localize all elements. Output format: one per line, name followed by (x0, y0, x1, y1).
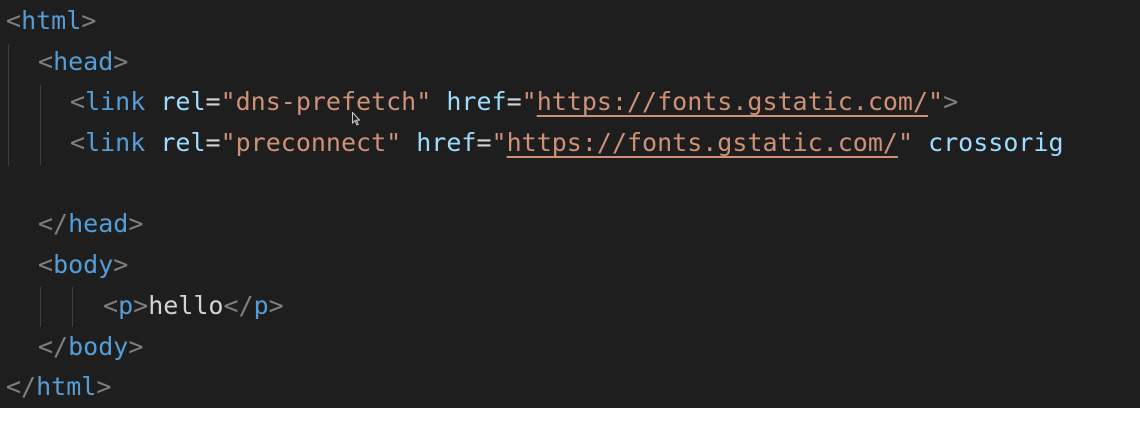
token-bracket: < (70, 87, 86, 116)
token-bracket: </ (38, 332, 69, 361)
code-line-10: </html> (6, 367, 111, 407)
token-bracket: > (96, 372, 112, 401)
token-tag: html (21, 6, 82, 35)
token-tag: p (118, 291, 134, 320)
token-tag: head (53, 47, 114, 76)
arrow-cursor-icon (352, 112, 360, 126)
code-line-3: <link rel="dns-prefetch" href="https://f… (70, 82, 958, 122)
token-bracket: > (81, 6, 97, 35)
token-str: " (928, 87, 944, 116)
code-line-1: <html> (6, 1, 96, 41)
token-attr: rel (160, 128, 206, 157)
token-attr: crossorig (928, 128, 1064, 157)
code-line-7: <body> (38, 245, 128, 285)
token-url: https://fonts.gstatic.com/ (506, 128, 898, 157)
token-tag: head (68, 209, 129, 238)
token-attr: rel (160, 87, 206, 116)
code-editor[interactable]: <html> <head> <link rel="dns-prefetch" h… (0, 0, 1140, 408)
token-bracket: > (113, 47, 129, 76)
token-str: "dns-prefetch" (220, 87, 432, 116)
token-bracket: > (268, 291, 284, 320)
token-bracket: < (6, 6, 22, 35)
token-str: " (897, 128, 913, 157)
token-bracket: > (943, 87, 959, 116)
code-line-9: </body> (38, 327, 143, 367)
code-line-6: </head> (38, 204, 143, 244)
code-area[interactable]: <html> <head> <link rel="dns-prefetch" h… (0, 0, 1064, 401)
token-bracket: > (113, 250, 129, 279)
token-tag: link (85, 87, 146, 116)
token-bracket: </ (6, 372, 37, 401)
code-line-8: <p>hello</p> (103, 286, 284, 326)
token-tag: p (253, 291, 269, 320)
code-line-4: <link rel="preconnect" href="https://fon… (70, 123, 1064, 163)
token-eq: = (205, 128, 221, 157)
token-bracket: < (70, 128, 86, 157)
token-text: hello (148, 291, 224, 320)
code-line-2: <head> (38, 42, 128, 82)
token-bracket: </ (38, 209, 69, 238)
token-bracket: < (38, 250, 54, 279)
indent-guide (72, 287, 73, 327)
token-bracket: > (133, 291, 149, 320)
token-str: " (491, 128, 507, 157)
token-attr: href (416, 128, 477, 157)
token-str: " (521, 87, 537, 116)
token-bracket: < (38, 47, 54, 76)
token-attr: href (446, 87, 507, 116)
token-bracket: < (103, 291, 119, 320)
token-eq: = (476, 128, 492, 157)
token-eq: = (506, 87, 522, 116)
token-tag: link (85, 128, 146, 157)
token-tag: body (53, 250, 114, 279)
token-str: "preconnect" (220, 128, 402, 157)
bottom-strip (0, 408, 1140, 433)
token-tag: body (68, 332, 129, 361)
token-tag: html (36, 372, 97, 401)
token-url: https://fonts.gstatic.com/ (536, 87, 929, 116)
token-eq: = (205, 87, 221, 116)
token-bracket: > (128, 209, 144, 238)
token-bracket: > (128, 332, 144, 361)
token-bracket: </ (223, 291, 254, 320)
